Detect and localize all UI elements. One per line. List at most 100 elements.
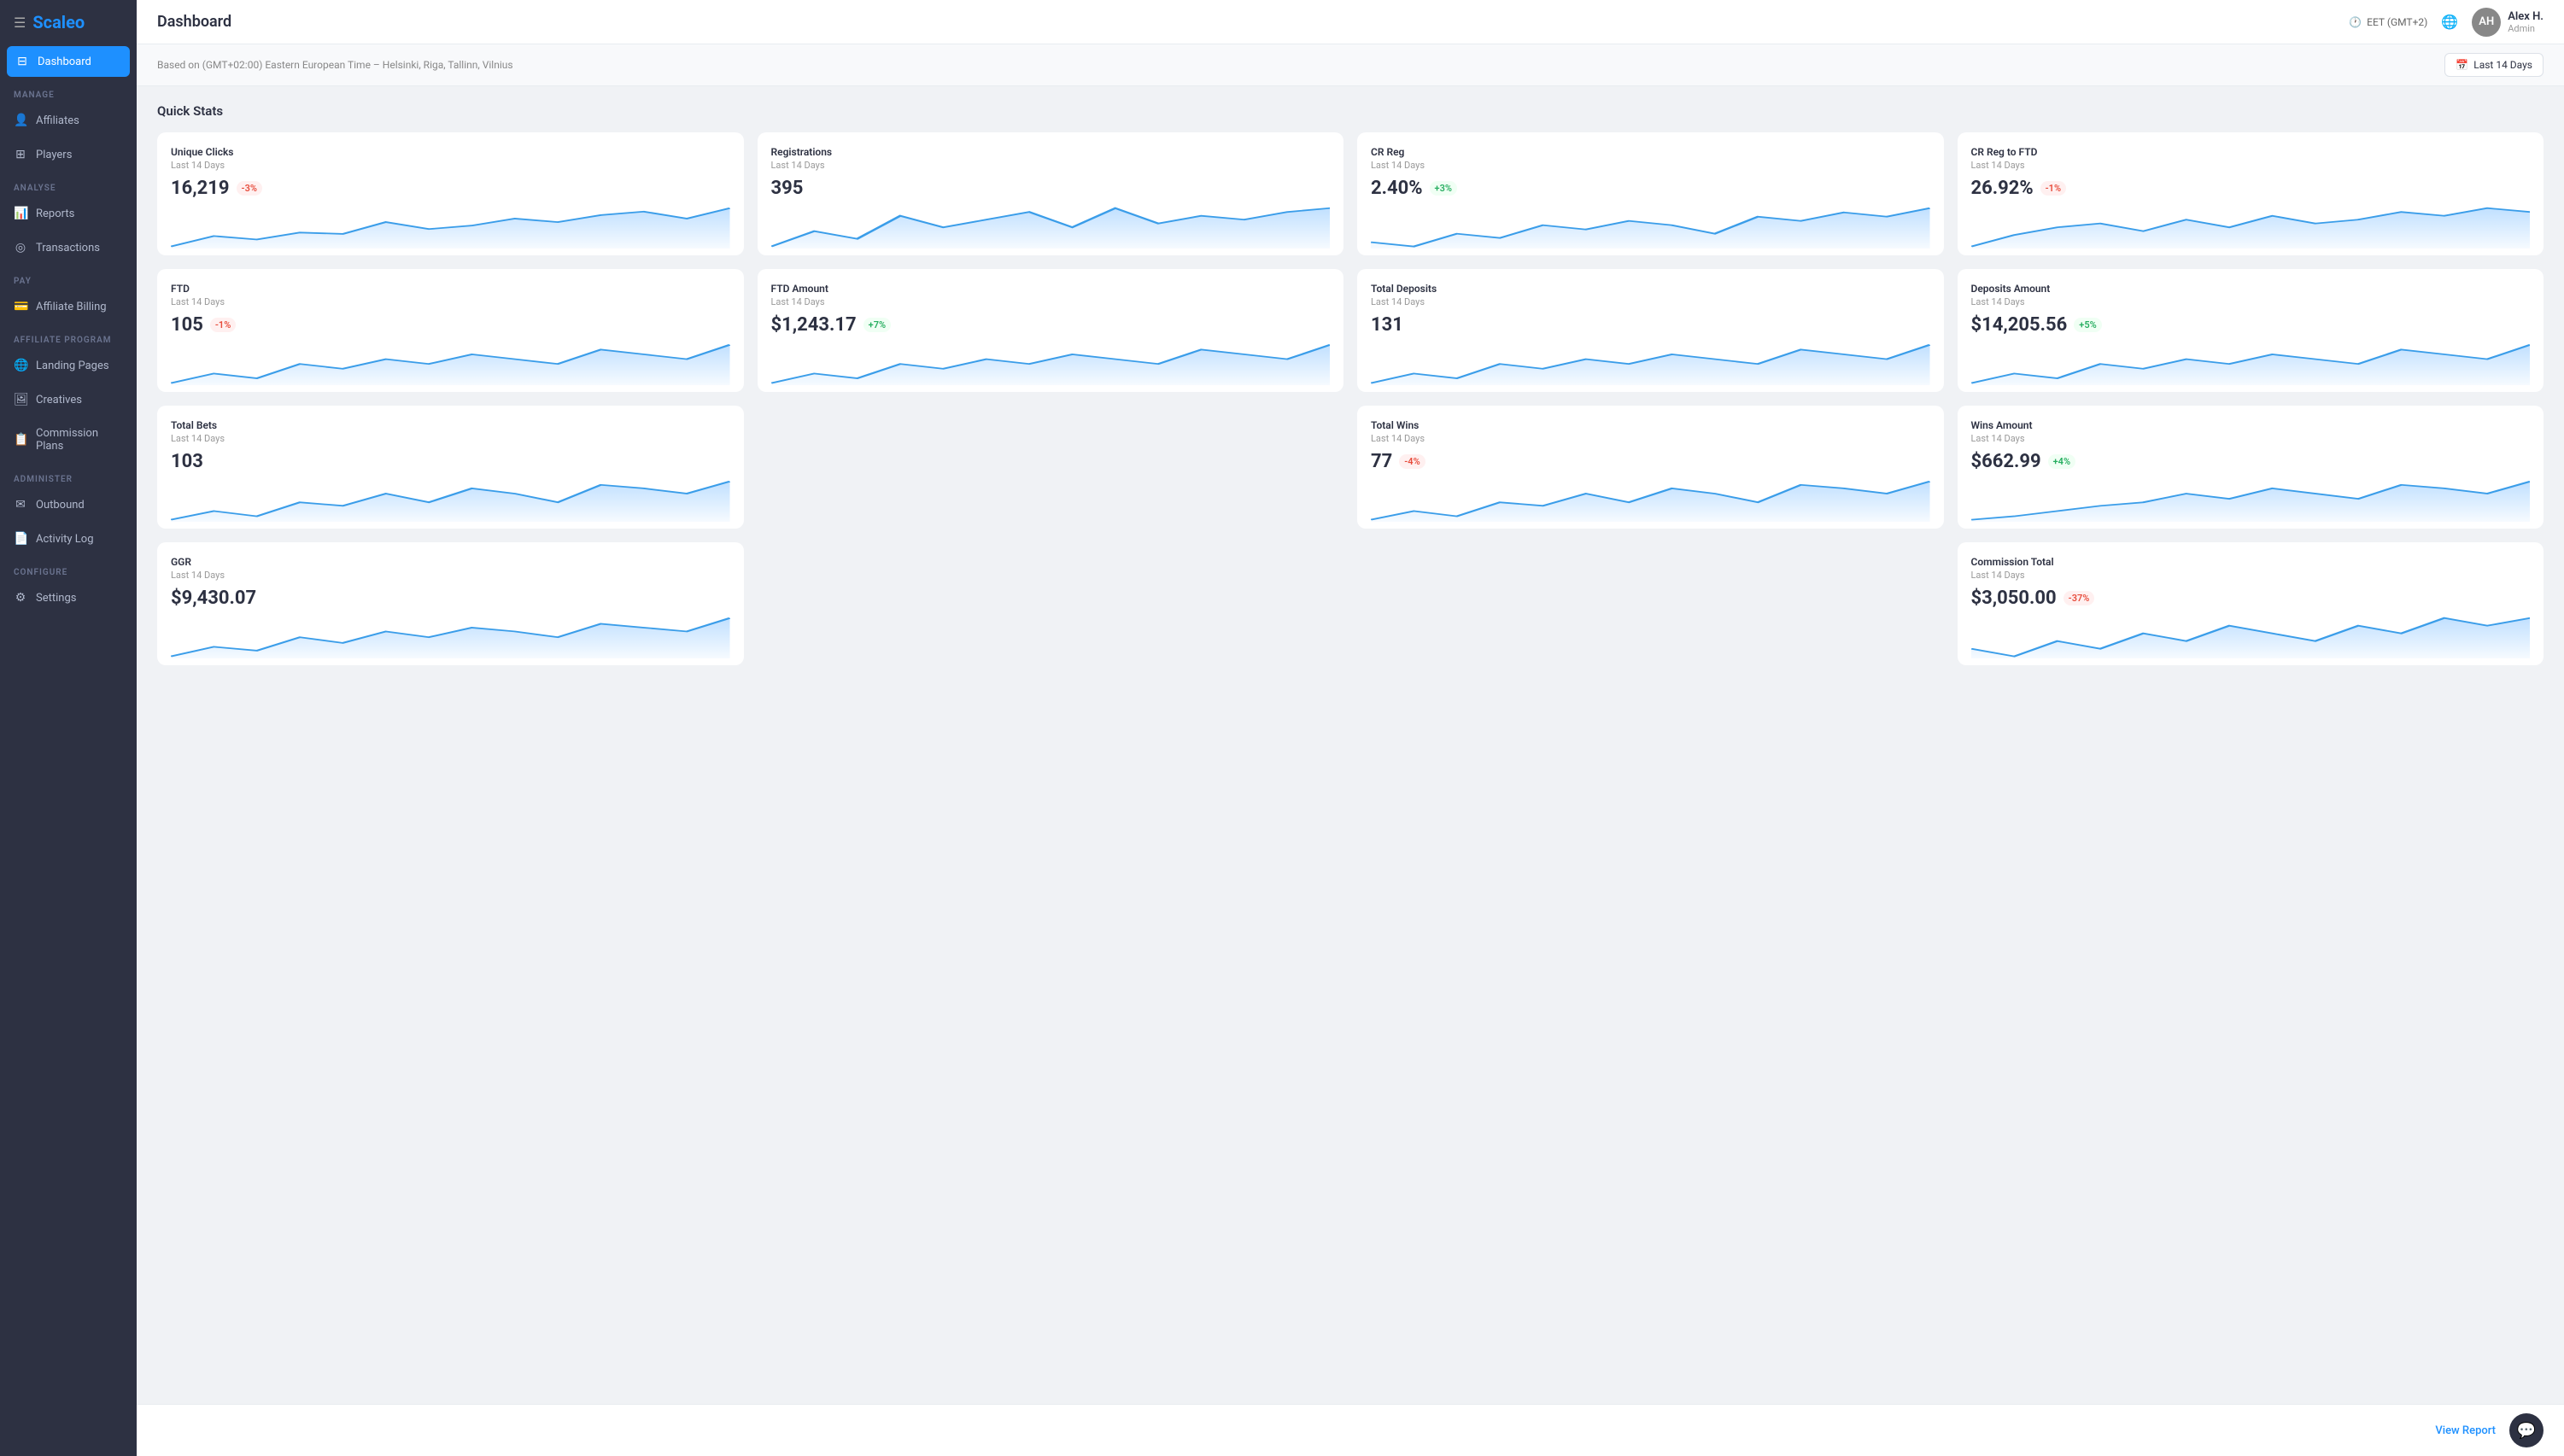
timezone-info: 🕐 EET (GMT+2) (2349, 16, 2427, 28)
mini-chart-total-bets (171, 477, 730, 522)
sidebar-item-commission-plans[interactable]: 📋 Commission Plans (0, 417, 137, 463)
sidebar-item-outbound-label: Outbound (36, 499, 85, 512)
logo-area[interactable]: ☰ Scaleo (0, 0, 137, 44)
stat-value-commission-total: $3,050.00 (1971, 588, 2057, 609)
stat-badge-cr-reg: +3% (1430, 181, 1457, 196)
settings-icon: ⚙ (14, 591, 27, 605)
page-title: Dashboard (157, 13, 231, 31)
sidebar-item-transactions[interactable]: ◎ Transactions (0, 231, 137, 265)
stat-value-cr-reg-ftd: 26.92% (1971, 178, 2034, 199)
mini-chart-unique-clicks (171, 204, 730, 249)
section-manage: MANAGE (0, 79, 137, 103)
section-pay: PAY (0, 265, 137, 289)
stat-period-commission-total: Last 14 Days (1971, 570, 2531, 581)
hamburger-icon[interactable]: ☰ (14, 15, 26, 31)
stat-value-total-bets: 103 (171, 451, 203, 472)
sidebar-item-transactions-label: Transactions (36, 242, 100, 254)
sidebar-item-settings[interactable]: ⚙ Settings (0, 581, 137, 615)
stat-card-deposits-amount: Deposits Amount Last 14 Days $14,205.56 … (1958, 269, 2544, 392)
sidebar-item-reports[interactable]: 📊 Reports (0, 196, 137, 231)
mini-chart-deposits-amount (1971, 341, 2531, 385)
players-icon: ⊞ (14, 148, 27, 161)
transactions-icon: ◎ (14, 241, 27, 254)
sidebar-item-affiliate-billing[interactable]: 💳 Affiliate Billing (0, 289, 137, 324)
stat-card-total-wins: Total Wins Last 14 Days 77 -4% (1357, 406, 1944, 529)
stat-badge-wins-amount: +4% (2048, 454, 2075, 469)
clock-icon: 🕐 (2349, 16, 2362, 28)
view-report-link[interactable]: View Report (2435, 1424, 2496, 1437)
sidebar-item-affiliates[interactable]: 👤 Affiliates (0, 103, 137, 137)
reports-icon: 📊 (14, 207, 27, 220)
stat-period-registrations: Last 14 Days (771, 160, 1331, 171)
sidebar-item-landing-pages[interactable]: 🌐 Landing Pages (0, 348, 137, 383)
sidebar-item-commission-label: Commission Plans (36, 427, 123, 453)
stat-value-ftd-amount: $1,243.17 (771, 314, 857, 336)
mini-chart-commission-total (1971, 614, 2531, 658)
stat-badge-cr-reg-ftd: -1% (2040, 181, 2066, 196)
stat-card-registrations: Registrations Last 14 Days 395 (758, 132, 1344, 255)
stat-card-cr-reg: CR Reg Last 14 Days 2.40% +3% (1357, 132, 1944, 255)
commission-icon: 📋 (14, 433, 27, 447)
bottom-bar: View Report 💬 (137, 1404, 2564, 1456)
landing-pages-icon: 🌐 (14, 359, 27, 372)
affiliates-icon: 👤 (14, 114, 27, 127)
stat-period-deposits-amount: Last 14 Days (1971, 296, 2531, 307)
stat-card-ggr: GGR Last 14 Days $9,430.07 (157, 542, 744, 665)
stat-label-ggr: GGR (171, 556, 730, 568)
globe-icon[interactable]: 🌐 (2441, 14, 2458, 30)
mini-chart-ftd (171, 341, 730, 385)
stat-value-cr-reg: 2.40% (1371, 178, 1423, 199)
stat-label-ftd-amount: FTD Amount (771, 283, 1331, 295)
section-administer: ADMINISTER (0, 463, 137, 488)
calendar-icon: 📅 (2456, 59, 2468, 71)
stat-label-cr-reg-ftd: CR Reg to FTD (1971, 146, 2531, 158)
mini-chart-cr-reg (1371, 204, 1930, 249)
mini-chart-total-wins (1371, 477, 1930, 522)
user-details: Alex H. Admin (2508, 10, 2544, 34)
stat-period-ftd: Last 14 Days (171, 296, 730, 307)
timezone-text: EET (GMT+2) (2367, 16, 2427, 28)
mini-chart-cr-reg-ftd (1971, 204, 2531, 249)
mini-chart-ftd-amount (771, 341, 1331, 385)
mini-chart-wins-amount (1971, 477, 2531, 522)
section-configure: CONFIGURE (0, 556, 137, 581)
user-role: Admin (2508, 23, 2544, 34)
sidebar-item-players-label: Players (36, 149, 72, 161)
stat-card-wins-amount: Wins Amount Last 14 Days $662.99 +4% (1958, 406, 2544, 529)
sidebar-item-outbound[interactable]: ✉ Outbound (0, 488, 137, 522)
sidebar-item-players[interactable]: ⊞ Players (0, 137, 137, 172)
sidebar-item-dashboard[interactable]: ⊟ Dashboard (7, 46, 130, 77)
top-header: Dashboard 🕐 EET (GMT+2) 🌐 AH Alex H. Adm… (137, 0, 2564, 44)
user-info: AH Alex H. Admin (2472, 8, 2544, 37)
stat-label-cr-reg: CR Reg (1371, 146, 1930, 158)
sidebar-item-creatives-label: Creatives (36, 394, 82, 406)
stat-period-unique-clicks: Last 14 Days (171, 160, 730, 171)
stat-badge-deposits-amount: +5% (2074, 318, 2101, 332)
stats-grid: Unique Clicks Last 14 Days 16,219 -3% (157, 132, 2544, 665)
stat-period-cr-reg-ftd: Last 14 Days (1971, 160, 2531, 171)
stat-card-ftd: FTD Last 14 Days 105 -1% (157, 269, 744, 392)
stat-value-unique-clicks: 16,219 (171, 178, 230, 199)
stat-card-commission-total: Commission Total Last 14 Days $3,050.00 … (1958, 542, 2544, 665)
stat-card-total-bets: Total Bets Last 14 Days 103 (157, 406, 744, 529)
outbound-icon: ✉ (14, 498, 27, 512)
mini-chart-registrations (771, 204, 1331, 249)
sidebar-item-creatives[interactable]: 🖼 Creatives (0, 383, 137, 417)
sub-header: Based on (GMT+02:00) Eastern European Ti… (137, 44, 2564, 86)
quick-stats-title: Quick Stats (157, 103, 2544, 119)
sidebar-item-dashboard-label: Dashboard (38, 56, 91, 68)
stat-period-total-deposits: Last 14 Days (1371, 296, 1930, 307)
sidebar-item-landing-pages-label: Landing Pages (36, 360, 109, 372)
stat-label-total-wins: Total Wins (1371, 419, 1930, 431)
date-range-button[interactable]: 📅 Last 14 Days (2444, 53, 2544, 77)
stat-badge-ftd: -1% (210, 318, 236, 332)
stat-badge-ftd-amount: +7% (863, 318, 891, 332)
stat-label-unique-clicks: Unique Clicks (171, 146, 730, 158)
chat-button[interactable]: 💬 (2509, 1413, 2544, 1447)
sidebar-item-activity-log[interactable]: 📄 Activity Log (0, 522, 137, 556)
sidebar-item-billing-label: Affiliate Billing (36, 301, 107, 313)
stat-period-ftd-amount: Last 14 Days (771, 296, 1331, 307)
user-name: Alex H. (2508, 10, 2544, 23)
stat-label-deposits-amount: Deposits Amount (1971, 283, 2531, 295)
sidebar: ☰ Scaleo ⊟ Dashboard MANAGE 👤 Affiliates… (0, 0, 137, 1456)
